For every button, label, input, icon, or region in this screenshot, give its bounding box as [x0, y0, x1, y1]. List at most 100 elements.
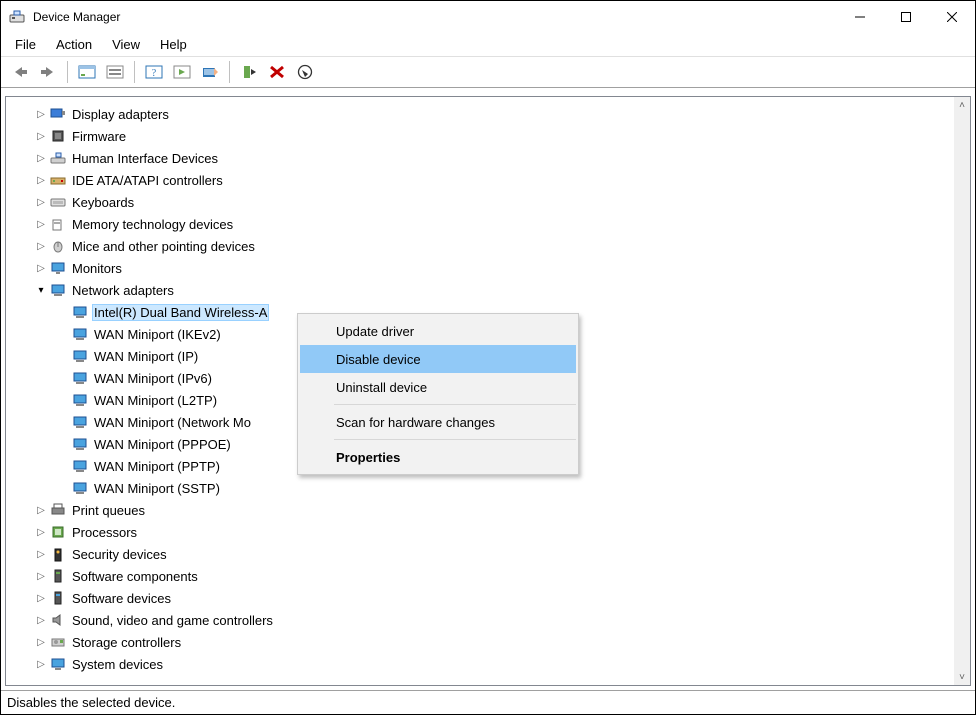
status-bar: Disables the selected device. [1, 690, 975, 714]
enable-device-button[interactable] [236, 59, 262, 85]
firmware-icon [50, 128, 66, 144]
category-label: Memory technology devices [70, 216, 235, 233]
status-text: Disables the selected device. [7, 695, 175, 710]
category-label: Firmware [70, 128, 128, 145]
expand-icon[interactable]: ▷ [34, 505, 48, 516]
expand-icon[interactable]: ▷ [34, 637, 48, 648]
minimize-button[interactable] [837, 1, 883, 32]
help-button[interactable]: ? [141, 59, 167, 85]
title-bar: Device Manager [1, 1, 975, 32]
expand-icon[interactable]: ▷ [34, 175, 48, 186]
ctx-disable-device[interactable]: Disable device [300, 345, 576, 373]
category-sound-video[interactable]: ▷ Sound, video and game controllers [6, 609, 954, 631]
expand-icon[interactable]: ▷ [34, 197, 48, 208]
category-storage-controllers[interactable]: ▷ Storage controllers [6, 631, 954, 653]
category-monitors[interactable]: ▷ Monitors [6, 257, 954, 279]
category-label: Processors [70, 524, 139, 541]
category-label: Keyboards [70, 194, 136, 211]
menu-help[interactable]: Help [150, 35, 197, 54]
uninstall-device-button[interactable] [292, 59, 318, 85]
device-label: WAN Miniport (Network Mo [92, 414, 253, 431]
expand-icon[interactable]: ▷ [34, 659, 48, 670]
menu-view[interactable]: View [102, 35, 150, 54]
network-adapter-icon [72, 348, 88, 364]
expand-icon[interactable]: ▷ [34, 109, 48, 120]
network-adapter-icon [72, 304, 88, 320]
menu-action[interactable]: Action [46, 35, 102, 54]
scan-hardware-button[interactable] [197, 59, 223, 85]
ctx-separator [334, 404, 576, 405]
device-label: WAN Miniport (IP) [92, 348, 200, 365]
expand-icon[interactable]: ▷ [34, 219, 48, 230]
ctx-uninstall-device[interactable]: Uninstall device [300, 373, 576, 401]
device-wan-sstp[interactable]: WAN Miniport (SSTP) [6, 477, 954, 499]
vertical-scrollbar[interactable]: ˄ ˅ [954, 97, 970, 685]
scroll-down-icon[interactable]: ˅ [954, 669, 970, 685]
category-keyboards[interactable]: ▷ Keyboards [6, 191, 954, 213]
forward-button[interactable] [35, 59, 61, 85]
category-software-components[interactable]: ▷ Software components [6, 565, 954, 587]
category-memtech[interactable]: ▷ Memory technology devices [6, 213, 954, 235]
ctx-update-driver[interactable]: Update driver [300, 317, 576, 345]
monitor-icon [50, 260, 66, 276]
expand-icon[interactable]: ▷ [34, 131, 48, 142]
category-mice[interactable]: ▷ Mice and other pointing devices [6, 235, 954, 257]
category-processors[interactable]: ▷ Processors [6, 521, 954, 543]
storage-icon [50, 634, 66, 650]
device-label: WAN Miniport (IKEv2) [92, 326, 223, 343]
category-label: Monitors [70, 260, 124, 277]
network-adapter-icon [72, 326, 88, 342]
memory-icon [50, 216, 66, 232]
category-firmware[interactable]: ▷ Firmware [6, 125, 954, 147]
expand-icon[interactable]: ▷ [34, 153, 48, 164]
expand-icon[interactable]: ▷ [34, 527, 48, 538]
close-button[interactable] [929, 1, 975, 32]
ctx-properties[interactable]: Properties [300, 443, 576, 471]
device-label: WAN Miniport (PPTP) [92, 458, 222, 475]
category-label: Software components [70, 568, 200, 585]
expand-icon[interactable]: ▷ [34, 615, 48, 626]
network-adapter-icon [72, 370, 88, 386]
expand-icon[interactable]: ▷ [34, 241, 48, 252]
category-display-adapters[interactable]: ▷ Display adapters [6, 103, 954, 125]
category-print-queues[interactable]: ▷ Print queues [6, 499, 954, 521]
properties-button[interactable] [102, 59, 128, 85]
collapse-icon[interactable]: ▾ [34, 285, 48, 296]
category-label: Mice and other pointing devices [70, 238, 257, 255]
category-security-devices[interactable]: ▷ Security devices [6, 543, 954, 565]
category-system-devices[interactable]: ▷ System devices [6, 653, 954, 675]
category-ide[interactable]: ▷ IDE ATA/ATAPI controllers [6, 169, 954, 191]
show-hide-console-tree-button[interactable] [74, 59, 100, 85]
scroll-up-icon[interactable]: ˄ [954, 97, 970, 113]
category-label: Network adapters [70, 282, 176, 299]
network-adapter-icon [72, 458, 88, 474]
hid-icon [50, 150, 66, 166]
category-software-devices[interactable]: ▷ Software devices [6, 587, 954, 609]
expand-icon[interactable]: ▷ [34, 593, 48, 604]
scroll-track[interactable] [954, 113, 970, 669]
back-button[interactable] [7, 59, 33, 85]
ctx-scan-hardware[interactable]: Scan for hardware changes [300, 408, 576, 436]
software-component-icon [50, 568, 66, 584]
security-icon [50, 546, 66, 562]
category-label: Sound, video and game controllers [70, 612, 275, 629]
expand-icon[interactable]: ▷ [34, 549, 48, 560]
disable-device-button[interactable] [264, 59, 290, 85]
category-label: Print queues [70, 502, 147, 519]
processor-icon [50, 524, 66, 540]
ctx-separator [334, 439, 576, 440]
device-label: Intel(R) Dual Band Wireless-A [92, 304, 269, 321]
menu-file[interactable]: File [5, 35, 46, 54]
category-label: Software devices [70, 590, 173, 607]
device-label: WAN Miniport (L2TP) [92, 392, 219, 409]
maximize-button[interactable] [883, 1, 929, 32]
network-adapter-icon [72, 392, 88, 408]
category-label: Security devices [70, 546, 169, 563]
category-network-adapters[interactable]: ▾ Network adapters [6, 279, 954, 301]
menu-bar: File Action View Help [1, 32, 975, 56]
category-hid[interactable]: ▷ Human Interface Devices [6, 147, 954, 169]
expand-icon[interactable]: ▷ [34, 571, 48, 582]
action-button[interactable] [169, 59, 195, 85]
expand-icon[interactable]: ▷ [34, 263, 48, 274]
window-title: Device Manager [33, 10, 120, 24]
